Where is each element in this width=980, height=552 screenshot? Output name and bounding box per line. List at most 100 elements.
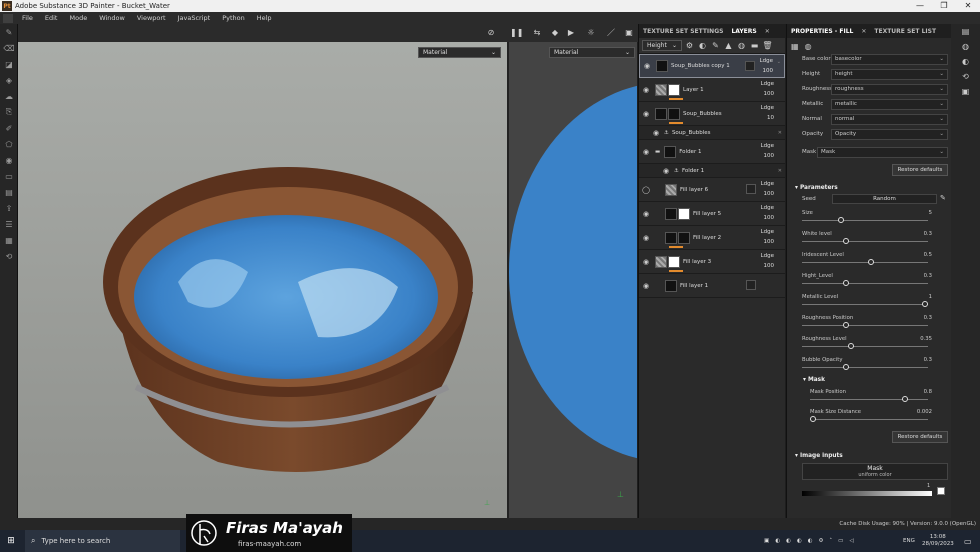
slider-7[interactable]: Bubble Opacity 0.3: [802, 357, 932, 373]
mask-section[interactable]: ▾ Mask: [803, 377, 825, 383]
layer-opacity[interactable]: 100: [764, 215, 775, 221]
tray-app-icon[interactable]: ▣: [764, 538, 769, 544]
image-input-mask[interactable]: Mask uniform color: [802, 463, 948, 480]
tab-texture-set-settings[interactable]: TEXTURE SET SETTINGS: [639, 28, 727, 35]
menu-file[interactable]: File: [16, 14, 39, 22]
viewport-3d[interactable]: Material ⌄ ⊥: [18, 42, 507, 518]
clone-icon[interactable]: ⎘: [0, 104, 18, 120]
slider-track[interactable]: [802, 346, 928, 347]
layer-blend-mode[interactable]: Ldge: [761, 81, 774, 87]
polygon-fill-icon[interactable]: ⬠: [0, 136, 18, 152]
maximize-button[interactable]: ❐: [932, 0, 956, 12]
add-smart-material-icon[interactable]: ◍: [736, 40, 747, 51]
tray-app-icon[interactable]: ◐: [797, 538, 802, 544]
slider-value[interactable]: 0.3: [924, 357, 932, 363]
layer-opacity[interactable]: 100: [764, 239, 775, 245]
camera-settings-icon[interactable]: ⊘: [486, 28, 496, 38]
layer-row[interactable]: ◉ Fill layer 5 Ldge 100: [639, 202, 785, 226]
layer-blend-mode[interactable]: Ldge: [761, 253, 774, 259]
close-icon[interactable]: ✕: [857, 28, 870, 35]
layer-row[interactable]: ◯ Fill layer 6 Ldge 100: [639, 178, 785, 202]
layer-opacity[interactable]: 100: [764, 263, 775, 269]
image-inputs-section[interactable]: ▾ Image inputs: [795, 453, 843, 459]
material-picker-icon[interactable]: ◉: [0, 152, 18, 168]
history-icon[interactable]: ⟲: [951, 69, 980, 84]
layer-row[interactable]: ◉ Soup_Bubbles Ldge 10: [639, 102, 785, 126]
slider-track[interactable]: [810, 419, 928, 420]
tray-app-icon[interactable]: ◐: [808, 538, 813, 544]
add-paint-layer-icon[interactable]: ✎: [710, 40, 721, 51]
slider-value[interactable]: 0.8: [924, 389, 932, 395]
layer-blend-mode[interactable]: Ldge: [760, 58, 773, 64]
slider-track[interactable]: [810, 399, 928, 400]
add-effect-icon[interactable]: ⚙: [684, 40, 695, 51]
eye-icon[interactable]: ◉: [641, 86, 651, 94]
parameters-section[interactable]: ▾ Parameters: [795, 185, 838, 191]
smudge-icon[interactable]: ☁: [0, 88, 18, 104]
cube-icon[interactable]: ◆: [550, 28, 560, 38]
channel-dropdown[interactable]: height ⌄: [831, 69, 948, 80]
history-icon[interactable]: ⟲: [0, 248, 18, 264]
chevron-up-icon[interactable]: ˄: [829, 538, 832, 544]
viewer-settings-icon[interactable]: ◐: [951, 54, 980, 69]
eye-icon[interactable]: ◉: [641, 148, 651, 156]
slider-value[interactable]: 5: [929, 210, 932, 216]
layer-row-sub[interactable]: ◉ ⚓ Folder 1 ✕: [639, 164, 785, 178]
assets-icon[interactable]: ▤: [0, 184, 18, 200]
minimize-button[interactable]: —: [908, 0, 932, 12]
layer-row[interactable]: ◉ Fill layer 1: [639, 274, 785, 298]
notifications-icon[interactable]: ▭: [964, 530, 972, 552]
slider-value[interactable]: 0.002: [917, 409, 932, 415]
picker-icon[interactable]: ✐: [0, 120, 18, 136]
tray-app-icon[interactable]: ◐: [786, 538, 791, 544]
add-fill-layer-icon[interactable]: ▲: [723, 40, 734, 51]
layer-blend-mode[interactable]: Ldge: [761, 143, 774, 149]
pause-icon[interactable]: ❚❚: [510, 28, 523, 38]
shelf-panel-icon[interactable]: ▤: [951, 24, 980, 39]
slider-value[interactable]: 0.3: [924, 231, 932, 237]
eye-icon[interactable]: ◉: [651, 129, 661, 137]
layer-row[interactable]: ◉ Layer 1 Ldge 100: [639, 78, 785, 102]
slider-value[interactable]: 0.5: [924, 252, 932, 258]
slider-track[interactable]: [802, 367, 928, 368]
delete-layer-icon[interactable]: 🗑: [762, 40, 773, 51]
slider-0[interactable]: Mask Position 0.8: [810, 389, 932, 405]
seed-random-button[interactable]: Random: [832, 194, 937, 204]
layer-row[interactable]: ◉ Soup_Bubbles copy 1 Ldge 100 ⌄: [639, 54, 785, 78]
gradient-swatch-icon[interactable]: [937, 487, 945, 495]
slider-knob[interactable]: [902, 396, 908, 402]
close-icon[interactable]: ✕: [778, 130, 782, 136]
slider-knob[interactable]: [843, 238, 849, 244]
export-icon[interactable]: ⇪: [0, 200, 18, 216]
slider-5[interactable]: Roughness Position 0.3: [802, 315, 932, 331]
slider-knob[interactable]: [810, 416, 816, 422]
menu-edit[interactable]: Edit: [39, 14, 64, 22]
menu-help[interactable]: Help: [251, 14, 278, 22]
slider-track[interactable]: [802, 304, 928, 305]
bake-icon[interactable]: ▭: [0, 168, 18, 184]
eye-icon[interactable]: ◉: [641, 258, 651, 266]
slider-3[interactable]: Hight_Level 0.3: [802, 273, 932, 289]
slider-track[interactable]: [802, 262, 928, 263]
close-icon[interactable]: ✕: [778, 168, 782, 174]
close-button[interactable]: ✕: [956, 0, 980, 12]
layer-row[interactable]: ◉ Fill layer 3 Ldge 100: [639, 250, 785, 274]
restore-defaults-button[interactable]: Restore defaults: [892, 164, 948, 176]
taskbar-search[interactable]: ⌕ Type here to search: [25, 530, 180, 552]
close-icon[interactable]: ✕: [761, 28, 774, 35]
layer-blend-mode[interactable]: Ldge: [761, 105, 774, 111]
slider-track[interactable]: [802, 325, 928, 326]
slider-4[interactable]: Metallic Level 1: [802, 294, 932, 310]
layer-opacity[interactable]: 100: [763, 68, 774, 74]
display-settings-icon[interactable]: ◍: [951, 39, 980, 54]
layer-row-sub[interactable]: ◉ ⚓ Soup_Bubbles ✕: [639, 126, 785, 140]
app-menu-icon[interactable]: [3, 13, 13, 23]
video-icon[interactable]: ▶: [566, 28, 576, 38]
screenshot-icon[interactable]: ▣: [624, 28, 634, 38]
layer-opacity[interactable]: 100: [764, 153, 775, 159]
eye-icon[interactable]: ◉: [641, 234, 651, 242]
gradient-bar[interactable]: [802, 491, 932, 496]
slider-track[interactable]: [802, 220, 928, 221]
seed-edit-icon[interactable]: ✎: [940, 194, 946, 202]
clock[interactable]: 13:08 28/09/2023: [922, 530, 954, 552]
